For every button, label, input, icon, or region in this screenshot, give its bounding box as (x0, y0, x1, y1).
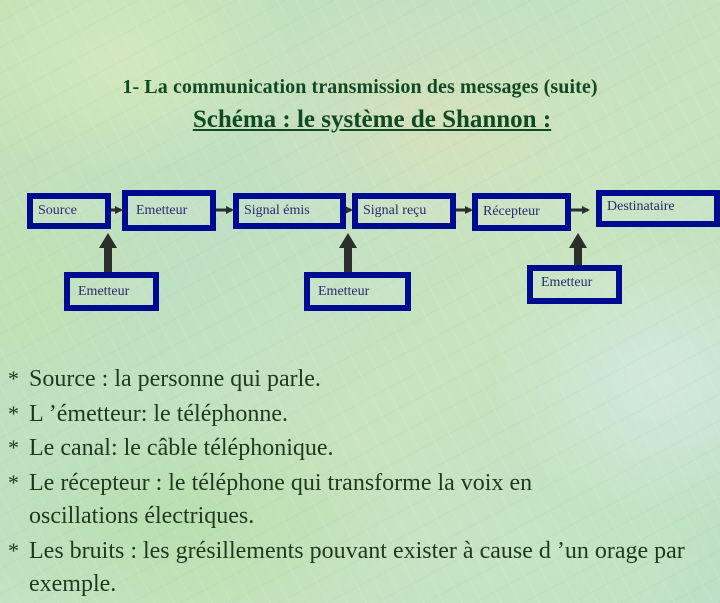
list-item-text: L ’émetteur: le téléphonne. (29, 400, 288, 427)
box-label: Emetteur (136, 202, 188, 218)
box-label: Source (38, 203, 77, 218)
box-source: Source (27, 193, 111, 229)
arrow-up-2 (339, 233, 357, 273)
list-item: * Source : la personne qui parle. (8, 362, 720, 397)
list-item: * Les bruits : les grésillements pouvant … (8, 534, 720, 602)
box-input-emetteur-1: Emetteur (64, 272, 159, 311)
box-recepteur: Récepteur (472, 193, 571, 231)
list-item: * Le récepteur : le téléphone qui transfo… (8, 466, 720, 534)
box-label: Signal reçu (363, 203, 427, 218)
box-destinataire: Destinataire (596, 190, 720, 227)
bullet-marker: * (8, 435, 19, 460)
list-item: * Le canal: le câble téléphonique. (8, 431, 720, 466)
box-input-emetteur-3: Emetteur (527, 265, 622, 304)
box-input-emetteur-2: Emetteur (304, 272, 411, 311)
box-signal-emis: Signal émis (233, 193, 346, 229)
bullet-marker: * (8, 400, 19, 426)
arrow-up-1 (99, 233, 117, 273)
box-signal-recu: Signal reçu (352, 193, 456, 229)
box-emetteur: Emetteur (122, 190, 216, 231)
box-label: Emetteur (541, 275, 593, 290)
list-item-text: Le canal: le câble téléphonique. (29, 435, 334, 461)
list-item-text: Source : la personne qui parle. (29, 366, 321, 392)
arrow-up-3 (569, 233, 587, 266)
box-label: Emetteur (318, 283, 370, 299)
bullet-marker: * (8, 537, 19, 563)
list-item: * L ’émetteur: le téléphonne. (8, 397, 720, 432)
definitions-list: * Source : la personne qui parle. * L ’éme… (8, 362, 720, 602)
list-item-text: Le récepteur : le téléphone qui transfor… (29, 469, 533, 530)
bullet-marker: * (8, 469, 19, 495)
box-label: Signal émis (244, 203, 310, 218)
bullet-marker: * (8, 366, 19, 391)
list-item-text: Les bruits : les grésillements pouvant e… (29, 537, 685, 598)
box-label: Récepteur (483, 204, 540, 219)
box-label: Emetteur (78, 283, 130, 299)
box-label: Destinataire (607, 199, 675, 214)
